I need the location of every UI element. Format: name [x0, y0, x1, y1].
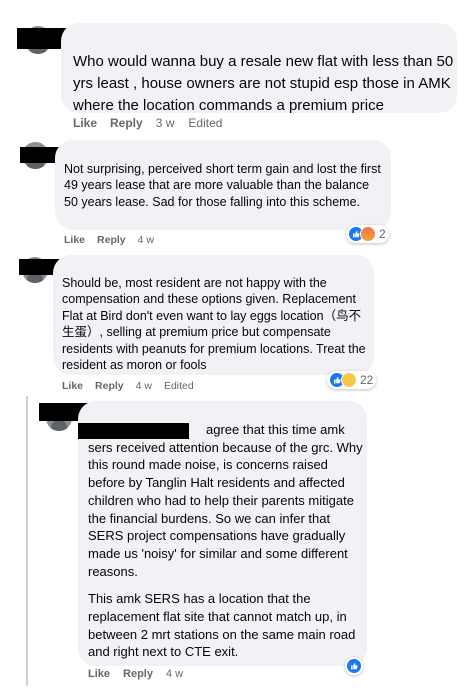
- reaction-summary[interactable]: [345, 657, 363, 675]
- comment-bubble: Who would wanna buy a resale new flat wi…: [61, 23, 457, 114]
- like-button[interactable]: Like: [62, 380, 83, 392]
- reaction-count: 22: [360, 373, 374, 387]
- comment-text: Who would wanna buy a resale new flat wi…: [73, 53, 454, 114]
- like-icon: [346, 658, 362, 674]
- timestamp[interactable]: 4 w: [138, 234, 154, 246]
- reply-button[interactable]: Reply: [97, 234, 126, 246]
- reaction-count: 2: [379, 227, 386, 241]
- comment-actions: Like Reply 4 w: [88, 668, 183, 680]
- like-button[interactable]: Like: [73, 116, 97, 130]
- comment-text: Not surprising, perceived short term gai…: [64, 162, 381, 209]
- reply-button[interactable]: Reply: [123, 668, 153, 680]
- comment-paragraph: sers received attention because of the g…: [88, 439, 363, 579]
- timestamp[interactable]: 4 w: [166, 668, 183, 680]
- comment-text: agree that this time amk sers received a…: [88, 421, 363, 661]
- comment-actions: Like Reply 4 w: [64, 234, 154, 246]
- comment-bubble: Should be, most resident are not happy w…: [53, 255, 374, 375]
- timestamp[interactable]: 3 w: [156, 116, 175, 130]
- reply-button[interactable]: Reply: [95, 380, 124, 392]
- reaction-summary[interactable]: 22: [327, 371, 377, 389]
- thread-line: [26, 396, 28, 686]
- comment-first-line: agree that this time amk: [206, 422, 345, 437]
- comment-bubble: agree that this time amk sers received a…: [78, 401, 367, 666]
- edited-label[interactable]: Edited: [164, 380, 194, 392]
- comment-actions: Like Reply 3 w Edited: [73, 116, 222, 130]
- edited-label[interactable]: Edited: [188, 116, 222, 130]
- like-button[interactable]: Like: [64, 234, 85, 246]
- comment-bubble: Not surprising, perceived short term gai…: [55, 140, 391, 230]
- reply-button[interactable]: Reply: [110, 116, 143, 130]
- comment-actions: Like Reply 4 w Edited: [62, 380, 194, 392]
- timestamp[interactable]: 4 w: [136, 380, 152, 392]
- like-button[interactable]: Like: [88, 668, 110, 680]
- comment-paragraph: This amk SERS has a location that the re…: [88, 591, 356, 660]
- comment-text: Should be, most resident are not happy w…: [62, 276, 366, 373]
- reaction-summary[interactable]: 2: [346, 225, 389, 243]
- sad-icon: [341, 372, 357, 388]
- angry-icon: [360, 226, 376, 242]
